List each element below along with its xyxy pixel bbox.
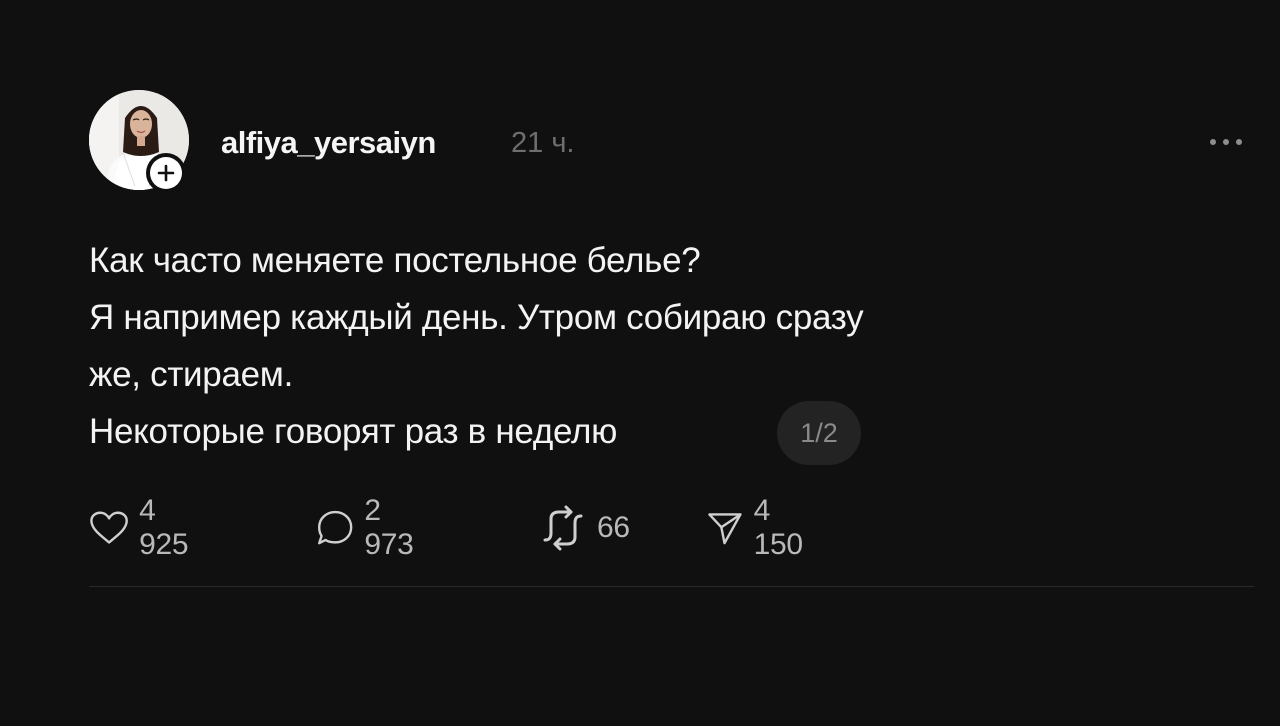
post-text-line: Некоторые говорят раз в неделю bbox=[89, 412, 618, 451]
divider bbox=[89, 586, 1254, 587]
post-text-line: Как часто меняете постельное белье? bbox=[89, 241, 701, 280]
share-button[interactable]: 4 150 bbox=[707, 494, 812, 561]
username[interactable]: alfiya_yersaiyn bbox=[221, 125, 436, 161]
post-text-line: же, стираем. bbox=[89, 355, 293, 394]
post-text-line: Я например каждый день. Утром собираю ср… bbox=[89, 298, 864, 337]
avatar-container bbox=[89, 90, 189, 193]
post-text: Как часто меняете постельное белье? Я на… bbox=[89, 232, 1049, 460]
follow-button-circle bbox=[150, 157, 182, 189]
timestamp: 21 ч. bbox=[511, 127, 575, 159]
like-count: 4 925 bbox=[139, 494, 189, 561]
heart-icon bbox=[90, 511, 128, 544]
thread-post: alfiya_yersaiyn 21 ч. Как часто меняете … bbox=[0, 0, 1280, 726]
comment-button[interactable]: 2 973 bbox=[316, 494, 423, 561]
plus-icon bbox=[157, 164, 175, 182]
paper-plane-icon bbox=[708, 513, 742, 545]
page-indicator[interactable]: 1/2 bbox=[777, 401, 861, 465]
repost-count: 66 bbox=[597, 511, 630, 544]
repost-button[interactable]: 66 bbox=[539, 503, 630, 553]
more-options-button[interactable] bbox=[1206, 128, 1246, 156]
more-dots-icon bbox=[1210, 139, 1242, 145]
comment-count: 2 973 bbox=[364, 494, 414, 561]
like-button[interactable]: 4 925 bbox=[89, 494, 198, 561]
speech-bubble-icon bbox=[317, 510, 353, 545]
repost-arrows-icon bbox=[543, 505, 583, 551]
follow-button[interactable] bbox=[146, 153, 186, 193]
share-count: 4 150 bbox=[753, 494, 803, 561]
